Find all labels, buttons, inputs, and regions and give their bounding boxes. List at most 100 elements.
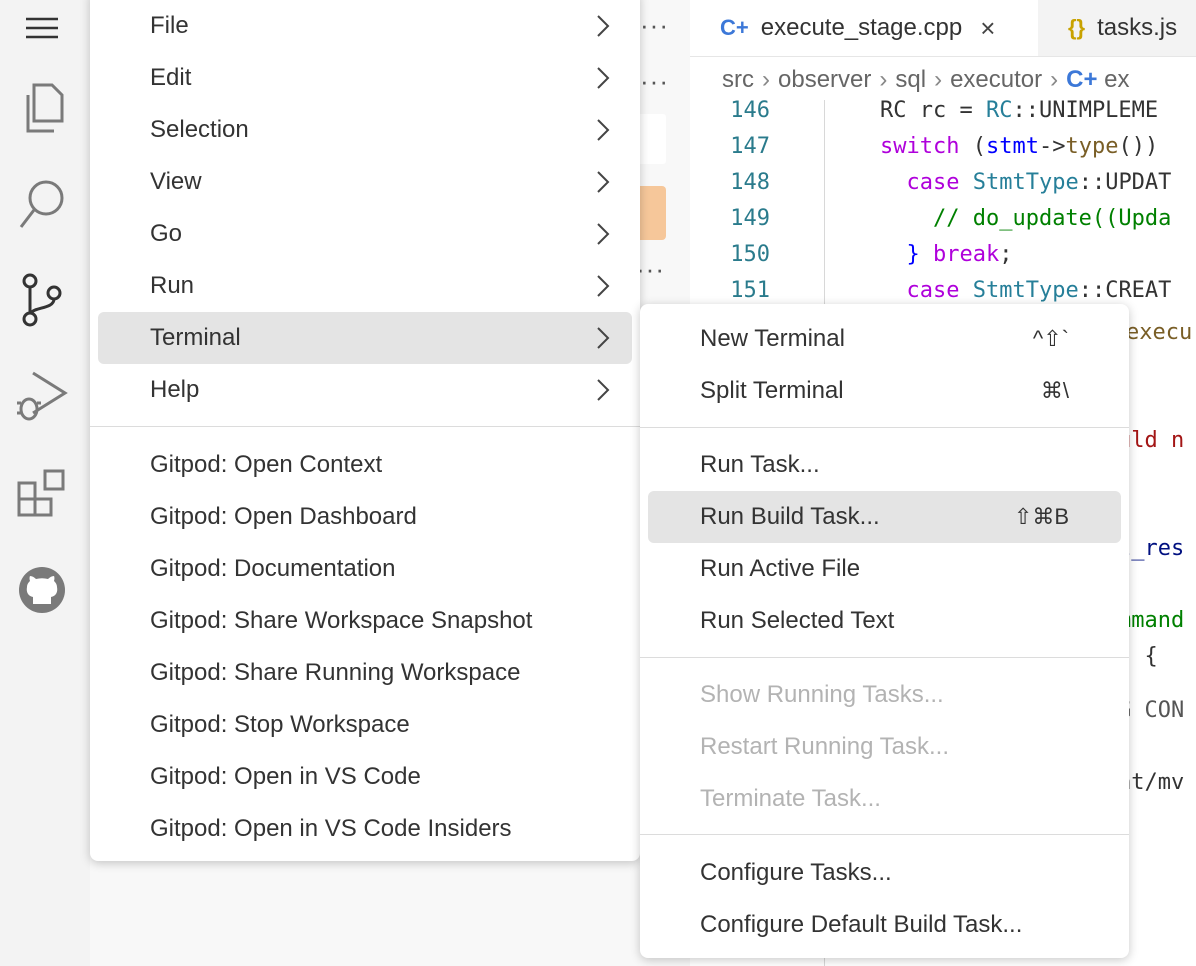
- chevron-right-icon: [596, 66, 610, 97]
- line-number: 150: [730, 242, 770, 267]
- menu-item-label: Edit: [150, 64, 192, 91]
- menu-item-show-running-tasks: Show Running Tasks...: [648, 669, 1121, 721]
- menu-item-split-terminal[interactable]: Split Terminal ⌘\: [648, 365, 1121, 417]
- menu-item-label: Gitpod: Open in VS Code: [150, 763, 421, 790]
- chevron-right-icon: [596, 14, 610, 45]
- source-control-icon[interactable]: [14, 272, 70, 328]
- breadcrumb: src › observer › sql › executor › C+ ex: [722, 66, 1130, 94]
- menu-item-label: Help: [150, 376, 200, 403]
- code-token: ::UPDAT: [1078, 170, 1172, 195]
- tab-tasks-json[interactable]: {} tasks.js: [1038, 0, 1196, 56]
- menu-item-gitpod-open-dashboard[interactable]: Gitpod: Open Dashboard: [98, 491, 632, 543]
- chevron-right-icon: [596, 118, 610, 149]
- menu-item-label: Show Running Tasks...: [700, 681, 944, 708]
- terminal-submenu: New Terminal ^⇧` Split Terminal ⌘\ Run Task.…: [640, 304, 1129, 958]
- breadcrumb-item[interactable]: executor: [950, 66, 1042, 93]
- menu-item-label: Gitpod: Documentation: [150, 555, 396, 582]
- extensions-icon[interactable]: [14, 466, 70, 522]
- breadcrumb-item[interactable]: sql: [895, 66, 926, 93]
- code-token: ->: [1038, 134, 1066, 159]
- keyboard-shortcut: ⇧⌘B: [1013, 504, 1069, 529]
- menu-item-gitpod-open-in-vs-code-insiders[interactable]: Gitpod: Open in VS Code Insiders: [98, 803, 632, 855]
- menu-item-label: Run Selected Text: [700, 607, 895, 634]
- code-text: RC rc = RC::UNIMPLEME: [880, 98, 1158, 123]
- menu-item-help[interactable]: Help: [98, 364, 632, 416]
- sidebar-changes-more-icon[interactable]: ···: [636, 254, 665, 285]
- menu-item-gitpod-stop-workspace[interactable]: Gitpod: Stop Workspace: [98, 699, 632, 751]
- code-token: ::UNIMPLEME: [1012, 98, 1159, 123]
- menu-item-label: Run Active File: [700, 555, 861, 582]
- hamburger-menu-icon[interactable]: [14, 0, 70, 56]
- menu-item-label: Configure Tasks...: [700, 859, 892, 886]
- search-icon[interactable]: [14, 176, 70, 232]
- menu-item-file[interactable]: File: [98, 0, 632, 52]
- breadcrumb-item[interactable]: src: [722, 66, 754, 93]
- activity-bar: [0, 0, 90, 966]
- code-text: } break;: [880, 242, 1013, 267]
- tab-execute-stage[interactable]: C+ execute_stage.cpp ×: [690, 0, 1038, 56]
- menu-item-gitpod-open-context[interactable]: Gitpod: Open Context: [98, 439, 632, 491]
- code-token: ;: [999, 242, 1013, 267]
- menu-item-label: Split Terminal: [700, 377, 844, 404]
- menu-separator: [90, 426, 640, 427]
- menu-item-configure-default-build-task[interactable]: Configure Default Build Task...: [648, 899, 1121, 951]
- code-token: type: [1065, 134, 1119, 159]
- chevron-right-icon: [596, 326, 610, 357]
- line-number: 147: [730, 134, 770, 159]
- menu-item-terminal[interactable]: Terminal: [98, 312, 632, 364]
- menu-item-go[interactable]: Go: [98, 208, 632, 260]
- line-number: 146: [730, 98, 770, 123]
- breadcrumb-item[interactable]: ex: [1104, 66, 1129, 93]
- menu-item-label: Terminal: [150, 324, 241, 351]
- menu-item-gitpod-documentation[interactable]: Gitpod: Documentation: [98, 543, 632, 595]
- line-number: 148: [730, 170, 770, 195]
- menu-item-edit[interactable]: Edit: [98, 52, 632, 104]
- menu-item-gitpod-share-running-workspace[interactable]: Gitpod: Share Running Workspace: [98, 647, 632, 699]
- menu-item-configure-tasks[interactable]: Configure Tasks...: [648, 847, 1121, 899]
- menu-item-label: Terminate Task...: [700, 785, 881, 812]
- menu-item-restart-running-task: Restart Running Task...: [648, 721, 1121, 773]
- tab-label: execute_stage.cpp: [760, 14, 963, 41]
- menu-item-view[interactable]: View: [98, 156, 632, 208]
- menu-item-label: File: [150, 12, 189, 39]
- code-token: RC: [985, 98, 1013, 123]
- chevron-right-icon: [596, 170, 610, 201]
- chevron-right-icon: [596, 222, 610, 253]
- menu-item-label: Run Build Task...: [700, 503, 880, 530]
- menu-item-label: Gitpod: Open in VS Code Insiders: [150, 815, 512, 842]
- run-and-debug-icon[interactable]: [14, 368, 70, 424]
- sidebar-section-more-icon[interactable]: ···: [640, 66, 669, 97]
- menu-item-gitpod-open-in-vs-code[interactable]: Gitpod: Open in VS Code: [98, 751, 632, 803]
- commit-message-input[interactable]: [636, 114, 666, 164]
- menu-item-selection[interactable]: Selection: [98, 104, 632, 156]
- explorer-files-icon[interactable]: [14, 80, 70, 136]
- breadcrumb-item[interactable]: observer: [778, 66, 871, 93]
- code-token: RC rc =: [880, 98, 986, 123]
- code-token: break: [933, 242, 1000, 267]
- sidebar-more-actions-icon[interactable]: ···: [640, 10, 669, 41]
- menu-item-label: Gitpod: Stop Workspace: [150, 711, 410, 738]
- close-icon[interactable]: ×: [980, 13, 995, 44]
- menu-item-run-active-file[interactable]: Run Active File: [648, 543, 1121, 595]
- code-text: case StmtType::UPDAT: [880, 170, 1172, 195]
- menu-item-label: Gitpod: Share Running Workspace: [150, 659, 521, 686]
- chevron-right-icon: [596, 274, 610, 305]
- commit-button[interactable]: [636, 186, 666, 240]
- menu-item-label: Selection: [150, 116, 249, 143]
- menu-item-run-task[interactable]: Run Task...: [648, 439, 1121, 491]
- menu-item-run[interactable]: Run: [98, 260, 632, 312]
- menu-item-new-terminal[interactable]: New Terminal ^⇧`: [648, 313, 1121, 365]
- code-token: StmtType: [972, 170, 1079, 195]
- menu-item-gitpod-share-workspace-snapshot[interactable]: Gitpod: Share Workspace Snapshot: [98, 595, 632, 647]
- menu-item-run-selected-text[interactable]: Run Selected Text: [648, 595, 1121, 647]
- github-icon[interactable]: [14, 562, 70, 618]
- menu-item-run-build-task[interactable]: Run Build Task... ⇧⌘B: [648, 491, 1121, 543]
- cpp-file-icon: C+: [1066, 66, 1098, 93]
- code-token: case: [906, 278, 960, 303]
- code-text: // do_update((Upda: [880, 206, 1171, 231]
